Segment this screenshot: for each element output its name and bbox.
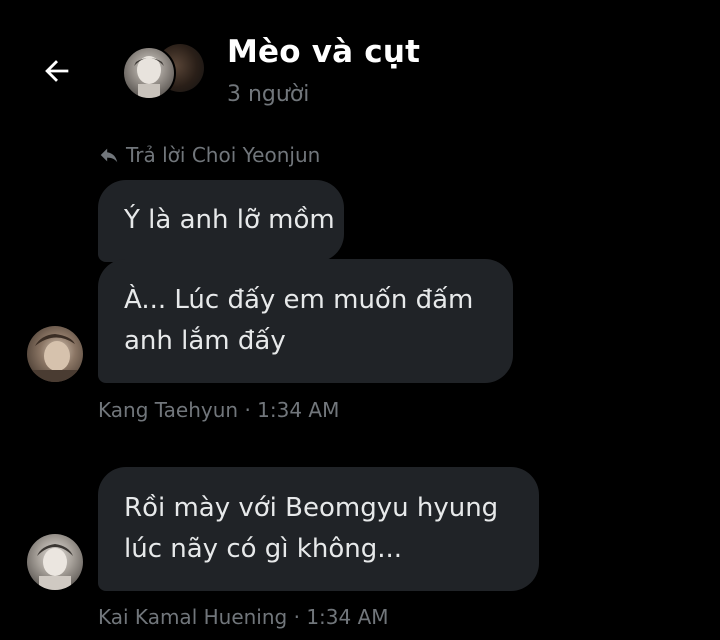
- message-text: lúc nãy có gì không...: [124, 534, 403, 564]
- reply-label: Trả lời Choi Yeonjun: [126, 143, 321, 167]
- message-text: anh lắm đấy: [124, 326, 286, 356]
- sender-avatar[interactable]: [27, 326, 83, 382]
- member-avatar-1: [122, 46, 176, 100]
- message-text: Rồi mày với Beomgyu hyung: [124, 493, 499, 523]
- sender-name[interactable]: Kai Kamal Huening: [98, 605, 287, 629]
- conversation-header: Mèo và cụt 3 người: [0, 0, 720, 130]
- message-bubble[interactable]: À... Lúc đấy em muốn đấm anh lắm đấy: [98, 259, 513, 383]
- group-avatar[interactable]: [122, 44, 204, 100]
- portrait-icon: [27, 334, 83, 382]
- message-text: Ý là anh lỡ mồm: [124, 205, 335, 235]
- portrait-icon: [134, 56, 164, 98]
- message-meta: Kai Kamal Huening · 1:34 AM: [98, 605, 389, 629]
- message-bubble[interactable]: Ý là anh lỡ mồm: [98, 180, 344, 262]
- member-count: 3 người: [227, 82, 310, 107]
- message-text: À... Lúc đấy em muốn đấm: [124, 285, 474, 315]
- arrow-left-icon: [45, 60, 69, 82]
- meta-separator: ·: [244, 398, 251, 422]
- conversation-title[interactable]: Mèo và cụt: [227, 34, 420, 70]
- back-button[interactable]: [36, 50, 78, 92]
- message-time: 1:34 AM: [257, 398, 340, 422]
- reply-arrow-icon: [100, 148, 118, 163]
- sender-avatar[interactable]: [27, 534, 83, 590]
- meta-separator: ·: [293, 605, 300, 629]
- reply-indicator[interactable]: Trả lời Choi Yeonjun: [98, 143, 320, 167]
- message-meta: Kang Taehyun · 1:34 AM: [98, 398, 339, 422]
- message-bubble[interactable]: Rồi mày với Beomgyu hyung lúc nãy có gì …: [98, 467, 539, 591]
- portrait-icon: [37, 544, 73, 590]
- message-time: 1:34 AM: [306, 605, 389, 629]
- sender-name[interactable]: Kang Taehyun: [98, 398, 238, 422]
